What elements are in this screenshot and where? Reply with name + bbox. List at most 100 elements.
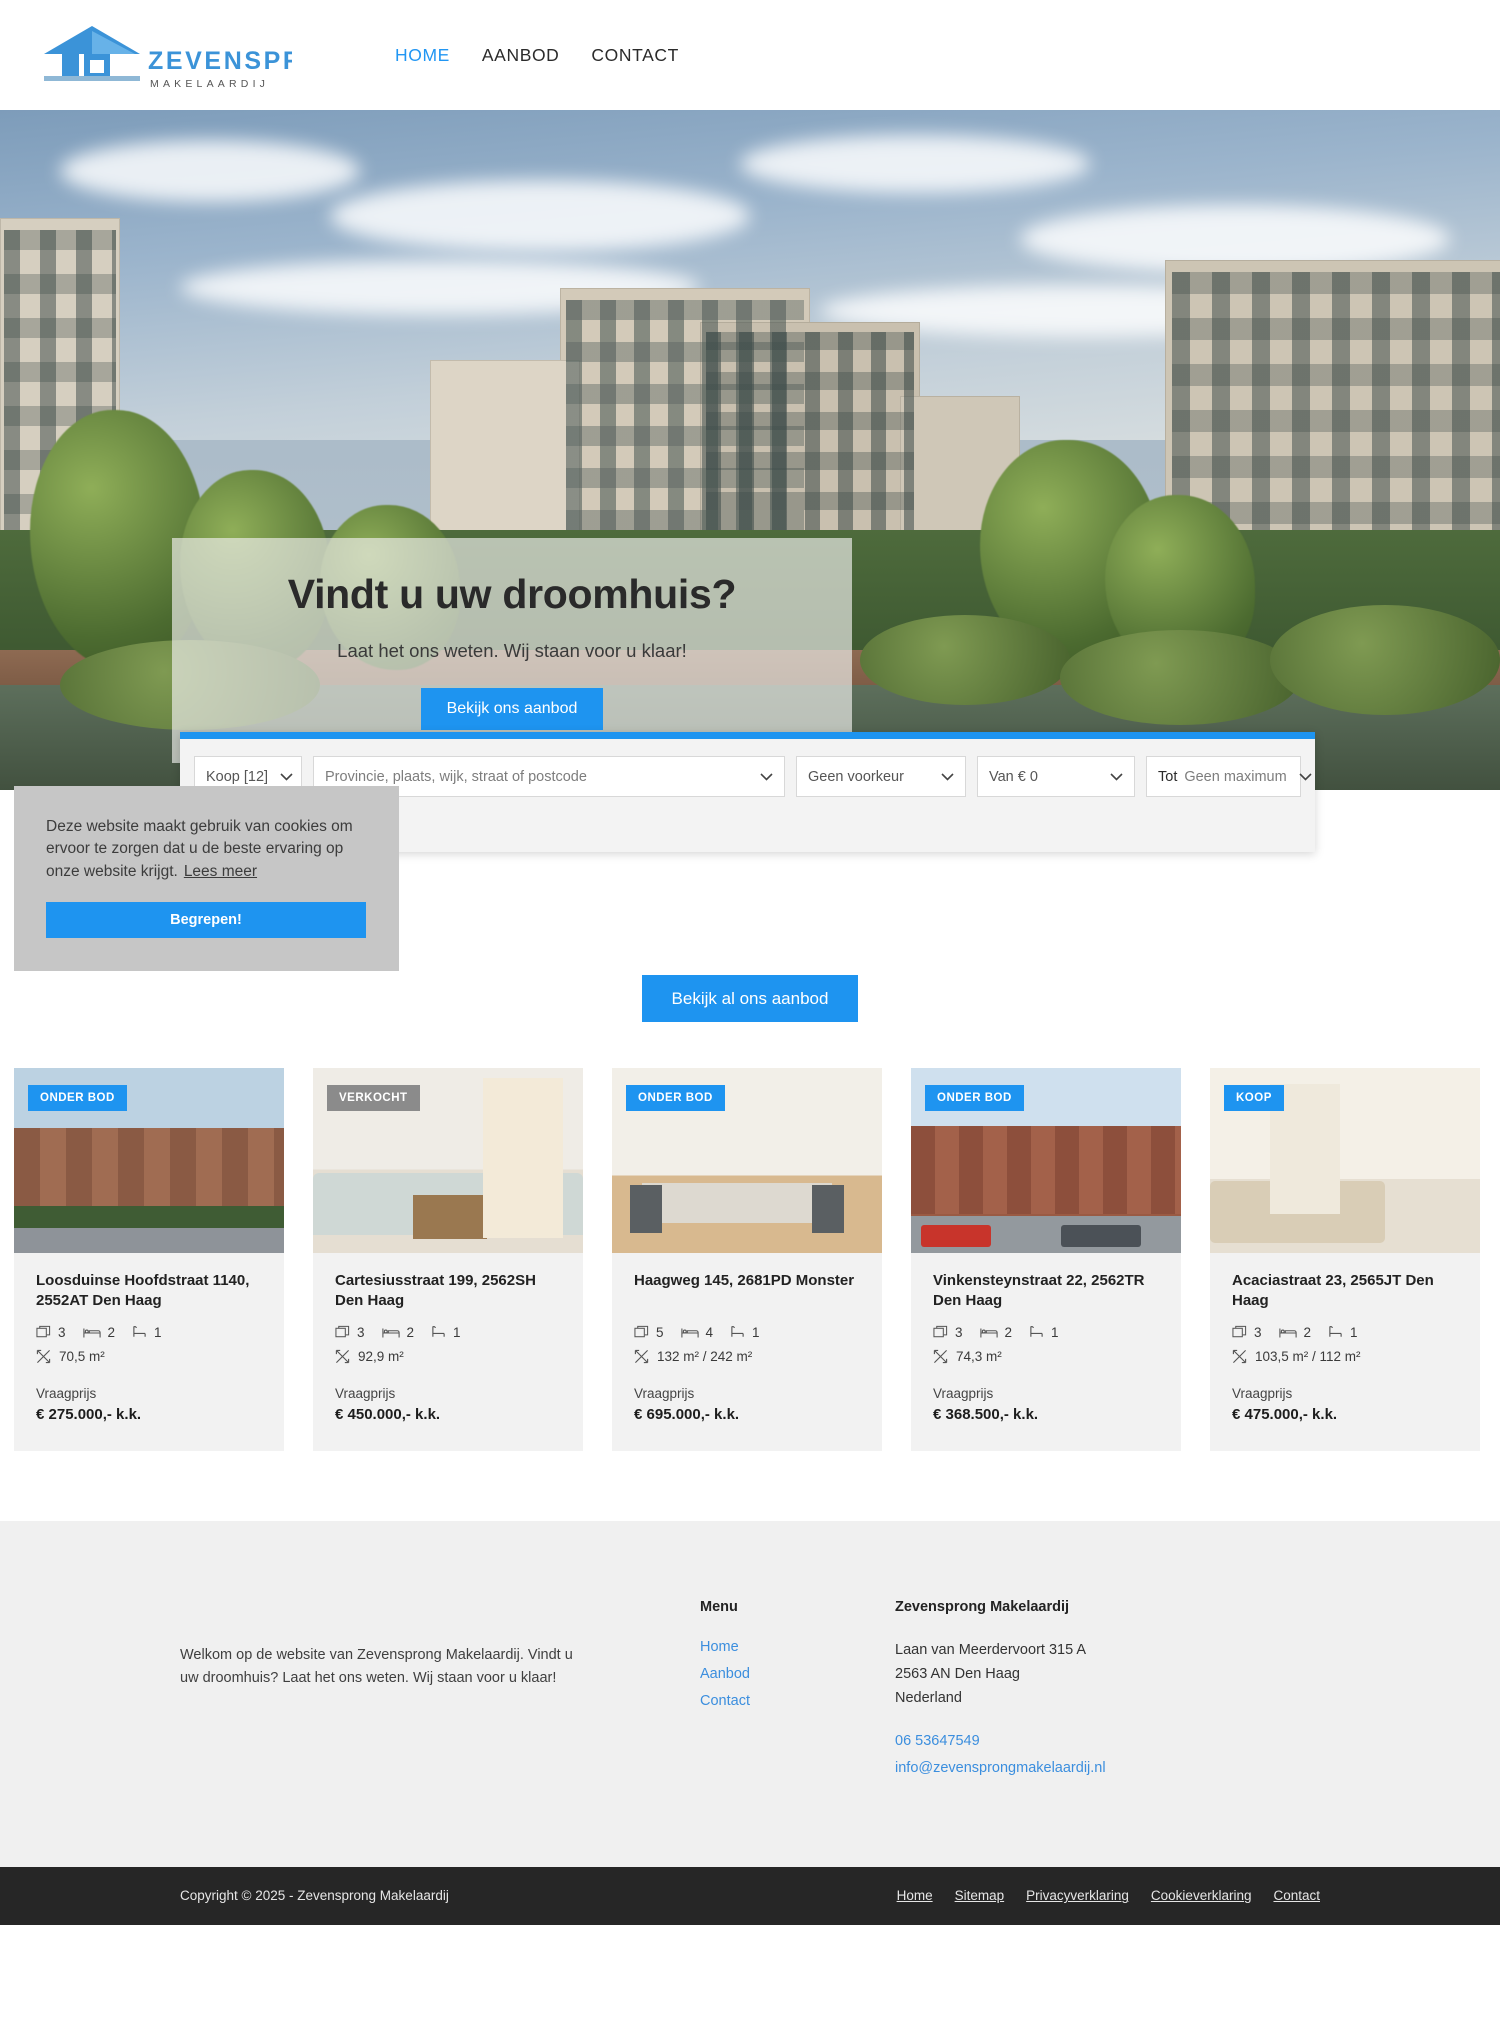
footer-link-contact[interactable]: Contact: [700, 1693, 895, 1709]
rooms-icon: [335, 1326, 350, 1338]
property-specs: 3 2 1: [36, 1325, 262, 1340]
shrub-shape: [860, 615, 1070, 705]
search-accent-strip: [180, 732, 1315, 739]
property-area: 70,5 m²: [36, 1349, 262, 1364]
legal-link-privacyverklaring[interactable]: Privacyverklaring: [1026, 1888, 1129, 1903]
search-price-to-value: Geen maximum: [1184, 768, 1287, 785]
footer-menu-heading: Menu: [700, 1599, 738, 1616]
property-card[interactable]: ONDER BOD Loosduinse Hoofdstraat 1140, 2…: [14, 1068, 284, 1452]
bathtub-icon: [1329, 1326, 1342, 1337]
search-price-from-select[interactable]: Van € 0: [977, 756, 1135, 797]
legal-link-cookieverklaring[interactable]: Cookieverklaring: [1151, 1888, 1252, 1903]
doorway-shape: [483, 1078, 563, 1238]
search-price-to-select[interactable]: Tot Geen maximum: [1146, 756, 1312, 797]
area-value: 132 m² / 242 m²: [657, 1349, 753, 1364]
footer-about-text: Welkom op de website van Zevensprong Mak…: [180, 1647, 573, 1687]
price-value: € 368.500,- k.k.: [933, 1406, 1039, 1424]
cookie-accept-button[interactable]: Begrepen!: [46, 902, 366, 939]
spec-bathrooms: 1: [1029, 1325, 1059, 1340]
spec-rooms: 5: [634, 1325, 664, 1340]
area-icon: [933, 1350, 948, 1364]
nav-link-contact[interactable]: CONTACT: [591, 45, 678, 66]
legal-link-home[interactable]: Home: [897, 1888, 933, 1903]
nav-link-home[interactable]: HOME: [395, 45, 450, 66]
property-title: Loosduinse Hoofdstraat 1140, 2552AT Den …: [36, 1272, 250, 1310]
row-houses-shape: [14, 1128, 284, 1206]
spec-rooms: 3: [36, 1325, 66, 1340]
footer-link-home[interactable]: Home: [700, 1639, 895, 1655]
footer-address: Laan van Meerdervoort 315 A 2563 AN Den …: [895, 1639, 1315, 1711]
bathtub-icon: [133, 1326, 146, 1337]
area-icon: [36, 1350, 51, 1364]
listings-cta-row: Bekijk al ons aanbod: [0, 975, 1500, 1022]
search-category-select[interactable]: Geen voorkeur: [796, 756, 966, 797]
footer-menu-column: Menu Home Aanbod Contact: [700, 1599, 895, 1787]
footer-columns: Welkom op de website van Zevensprong Mak…: [0, 1599, 1500, 1787]
status-badge: ONDER BOD: [28, 1085, 127, 1111]
status-badge: ONDER BOD: [626, 1085, 725, 1111]
property-specs: 3 2 1: [933, 1325, 1159, 1340]
cookie-read-more-link[interactable]: Lees meer: [184, 863, 257, 880]
bedrooms-count: 2: [1004, 1325, 1013, 1341]
bedrooms-count: 2: [406, 1325, 415, 1341]
property-area: 103,5 m² / 112 m²: [1232, 1349, 1458, 1364]
spec-bathrooms: 1: [132, 1325, 162, 1340]
footer-about-column: Welkom op de website van Zevensprong Mak…: [180, 1599, 700, 1787]
footer-contact-heading: Zevensprong Makelaardij: [895, 1599, 1070, 1616]
nav-link-aanbod[interactable]: AANBOD: [482, 45, 560, 66]
shrub-shape: [1060, 630, 1300, 725]
cookie-message: Deze website maakt gebruik van cookies o…: [46, 816, 367, 883]
spec-rooms: 3: [335, 1325, 365, 1340]
bathrooms-count: 1: [1350, 1325, 1358, 1341]
property-card[interactable]: VERKOCHT Cartesiusstraat 199, 2562SH Den…: [313, 1068, 583, 1452]
rooms-count: 3: [1254, 1325, 1262, 1341]
price-label: Vraagprijs: [933, 1386, 994, 1402]
chevron-down-icon: [268, 772, 293, 781]
area-icon: [1232, 1350, 1247, 1364]
property-details: Vinkensteynstraat 22, 2562TR Den Haag 3 …: [911, 1253, 1181, 1451]
hero-cta-button[interactable]: Bekijk ons aanbod: [420, 688, 604, 730]
property-card[interactable]: ONDER BOD Vinkensteynstraat 22, 2562TR D…: [911, 1068, 1181, 1452]
search-type-value: Koop [12]: [206, 768, 269, 785]
property-specs: 3 2 1: [1232, 1325, 1458, 1340]
property-photo: ONDER BOD: [911, 1068, 1181, 1253]
footer-link-aanbod[interactable]: Aanbod: [700, 1666, 895, 1682]
property-details: Loosduinse Hoofdstraat 1140, 2552AT Den …: [14, 1253, 284, 1451]
bed-icon: [82, 1328, 101, 1338]
car-shape: [921, 1225, 991, 1247]
property-card[interactable]: KOOP Acaciastraat 23, 2565JT Den Haag 3 …: [1210, 1068, 1480, 1452]
site-logo[interactable]: ZEVENSPRONG MAKELAARDIJ: [40, 20, 310, 90]
bathtub-icon: [432, 1326, 445, 1337]
bedrooms-count: 2: [107, 1325, 116, 1341]
address-line-3: Nederland: [895, 1690, 962, 1707]
hero-section: Vindt u uw droomhuis? Laat het ons weten…: [0, 110, 1500, 790]
footer-phone-link[interactable]: 06 53647549: [895, 1733, 1315, 1749]
price-value: € 450.000,- k.k.: [335, 1406, 441, 1424]
property-title: Cartesiusstraat 199, 2562SH Den Haag: [335, 1272, 536, 1310]
address-line-2: 2563 AN Den Haag: [895, 1666, 1020, 1683]
chevron-down-icon: [929, 772, 954, 781]
price-label: Vraagprijs: [634, 1386, 695, 1401]
property-photo: VERKOCHT: [313, 1068, 583, 1253]
bathrooms-count: 1: [1051, 1325, 1059, 1341]
price-label: Vraagprijs: [36, 1386, 97, 1402]
property-details: Cartesiusstraat 199, 2562SH Den Haag 3 2…: [313, 1253, 583, 1451]
cookie-consent-banner: Deze website maakt gebruik van cookies o…: [14, 786, 399, 971]
legal-link-contact[interactable]: Contact: [1273, 1888, 1320, 1903]
rooms-icon: [1232, 1326, 1247, 1338]
search-location-placeholder: Provincie, plaats, wijk, straat of postc…: [325, 768, 587, 785]
legal-link-sitemap[interactable]: Sitemap: [955, 1888, 1005, 1903]
hero-text-panel: Vindt u uw droomhuis? Laat het ons weten…: [172, 538, 852, 763]
chevron-down-icon: [1098, 772, 1123, 781]
bathtub-icon: [1030, 1326, 1043, 1337]
property-photo: KOOP: [1210, 1068, 1480, 1253]
footer-email-link[interactable]: info@zevensprongmakelaardij.nl: [895, 1760, 1315, 1776]
site-footer: Welkom op de website van Zevensprong Mak…: [0, 1521, 1500, 1867]
bedrooms-count: 4: [705, 1325, 714, 1340]
rooms-icon: [634, 1325, 649, 1338]
bed-icon: [381, 1328, 400, 1338]
view-all-listings-button[interactable]: Bekijk al ons aanbod: [641, 975, 859, 1022]
property-card[interactable]: ONDER BOD Haagweg 145, 2681PD Monster 5 …: [612, 1068, 882, 1451]
spec-rooms: 3: [1232, 1325, 1262, 1340]
zevensprong-house-logo-icon: ZEVENSPRONG MAKELAARDIJ: [44, 26, 292, 90]
